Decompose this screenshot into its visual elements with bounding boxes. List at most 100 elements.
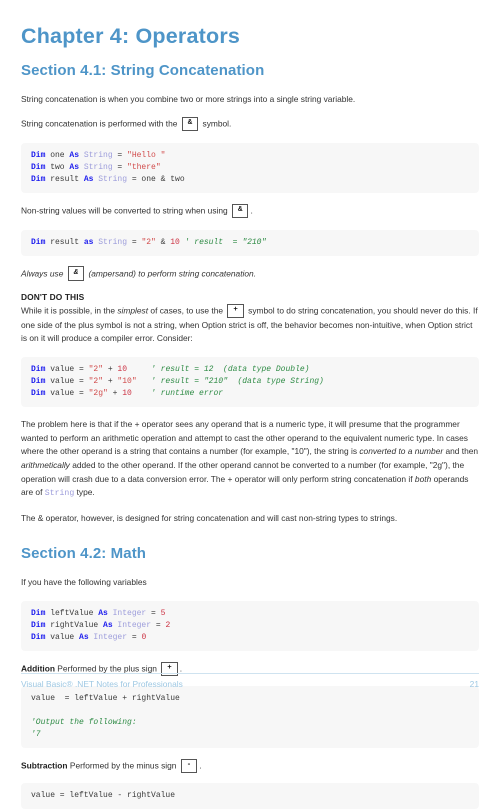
ampersand-key-glyph: & [181,116,199,132]
code-token: As [69,150,84,160]
paragraph-nonstring: Non-string values will be converted to s… [21,203,479,219]
paragraph-always-use: Always use & (ampersand) to perform stri… [21,266,479,281]
minus-key-glyph: - [180,758,198,774]
code-block-concat-basic: Dim one As String = "Hello " Dim two As … [21,142,479,194]
code-token: ' result = "210" [184,237,267,247]
code-block-subtraction: value = leftValue - rightValue [21,782,479,809]
emphasis-simplest: simplest [117,305,149,316]
subtraction-label: Subtraction [21,760,68,771]
footer-book-title: Visual Basic® .NET Notes for Professiona… [21,679,183,689]
text-fragment: Non-string values will be converted to s… [21,205,228,216]
emphasis-both: both [414,473,432,484]
code-token: "2" [141,237,156,247]
code-token: 2 [165,620,171,630]
code-token: Dim [31,620,51,630]
code-token: + [103,376,118,386]
code-token: Dim [31,237,51,247]
code-token: ' runtime error [151,389,224,399]
section-heading-4-2: Section 4.2: Math [21,545,147,563]
text-fragment: String concatenation is performed with t… [21,118,178,129]
code-token: 5 [160,608,166,618]
code-token: result [50,175,84,185]
code-token: '7 [31,730,41,740]
code-block-variables: Dim leftValue As Integer = 5 Dim rightVa… [21,600,479,652]
text-fragment: (ampersand) to perform string concatenat… [88,268,257,279]
text-fragment: type. [76,487,95,498]
code-token: 10 [117,364,128,374]
paragraph-explanation: The problem here is that if the + operat… [21,418,479,500]
code-token: Dim [31,175,51,185]
code-token: As [79,633,94,643]
code-token: 10 [122,389,132,399]
code-token: Dim [31,150,51,160]
code-token: value = [50,376,89,386]
footer-page-number: 21 [469,679,479,689]
text-fragment: of cases, to use the [150,305,224,316]
text-fragment: Always use [21,268,64,279]
paragraph-subtraction: Subtraction Performed by the minus sign … [21,758,479,774]
code-token: value = leftValue + rightValue [31,693,180,703]
code-block-addition: value = leftValue + rightValue 'Output t… [21,685,479,749]
document-page: Chapter 4: Operators Section 4.1: String… [0,0,500,809]
code-token: "2g" [88,389,108,399]
code-token: String [83,162,113,172]
code-token: = [151,620,166,630]
code-token: As [83,175,99,185]
code-token: + [103,364,118,374]
paragraph-variables-intro: If you have the following variables [21,577,147,588]
code-token: "2" [88,364,104,374]
code-token: one [50,150,70,160]
code-token: Dim [31,364,51,374]
code-block-concat-number: Dim result as String = "2" & 10 ' result… [21,229,479,256]
text-fragment: Performed by the minus sign [69,760,177,771]
code-token: rightValue [50,620,104,630]
code-token: As [69,162,84,172]
code-token: = [127,633,142,643]
code-token: = [112,162,128,172]
code-token: Integer [112,608,147,618]
paragraph-ampersand-summary: The & operator, however, is designed for… [21,512,398,523]
code-token: String [98,237,128,247]
text-fragment: added to the other operand. If the other… [21,460,465,484]
code-token: Dim [31,608,51,618]
emphasis-converted-to-number: converted to a number [359,446,444,457]
dont-do-this-heading: DON'T DO THIS [21,292,85,303]
code-token: leftValue [50,608,99,618]
page-title: Chapter 4: Operators [21,24,241,48]
code-token: String [98,175,128,185]
code-token: String [83,150,113,160]
text-fragment: . [199,760,202,771]
text-fragment: and then [445,446,479,457]
paragraph-concat-symbol: String concatenation is performed with t… [21,116,479,132]
inline-code-string-type: String [44,489,75,499]
paragraph-dont-do-this: While it is possible, in the simplest of… [21,303,479,346]
code-token: 10 [170,237,180,247]
code-token: = [112,150,128,160]
code-token: "2" [88,376,104,386]
code-token: value = [50,389,89,399]
section-heading-4-1: Section 4.1: String Concatenation [21,61,265,79]
code-token: Integer [93,633,128,643]
code-token: "there" [127,162,161,172]
code-token: Dim [31,389,51,399]
code-token: two [50,162,70,172]
page-footer: Visual Basic® .NET Notes for Professiona… [21,673,479,689]
code-token: result [50,237,84,247]
code-token: ' result = "210" (data type String) [151,376,324,386]
code-token: value [50,633,80,643]
code-token: 0 [141,633,147,643]
text-fragment: symbol. [202,118,232,129]
code-token: & [155,237,171,247]
code-token: + [107,389,123,399]
plus-key-glyph: + [227,303,244,319]
ampersand-key-glyph: & [67,266,85,281]
code-token: as [83,237,99,247]
code-token: = [127,237,142,247]
code-token: value = [50,364,89,374]
code-token: Dim [31,162,51,172]
code-token: ' result = 12 (data type Double) [151,364,310,374]
emphasis-arithmetically: arithmetically [21,460,70,471]
code-token: Integer [117,620,152,630]
